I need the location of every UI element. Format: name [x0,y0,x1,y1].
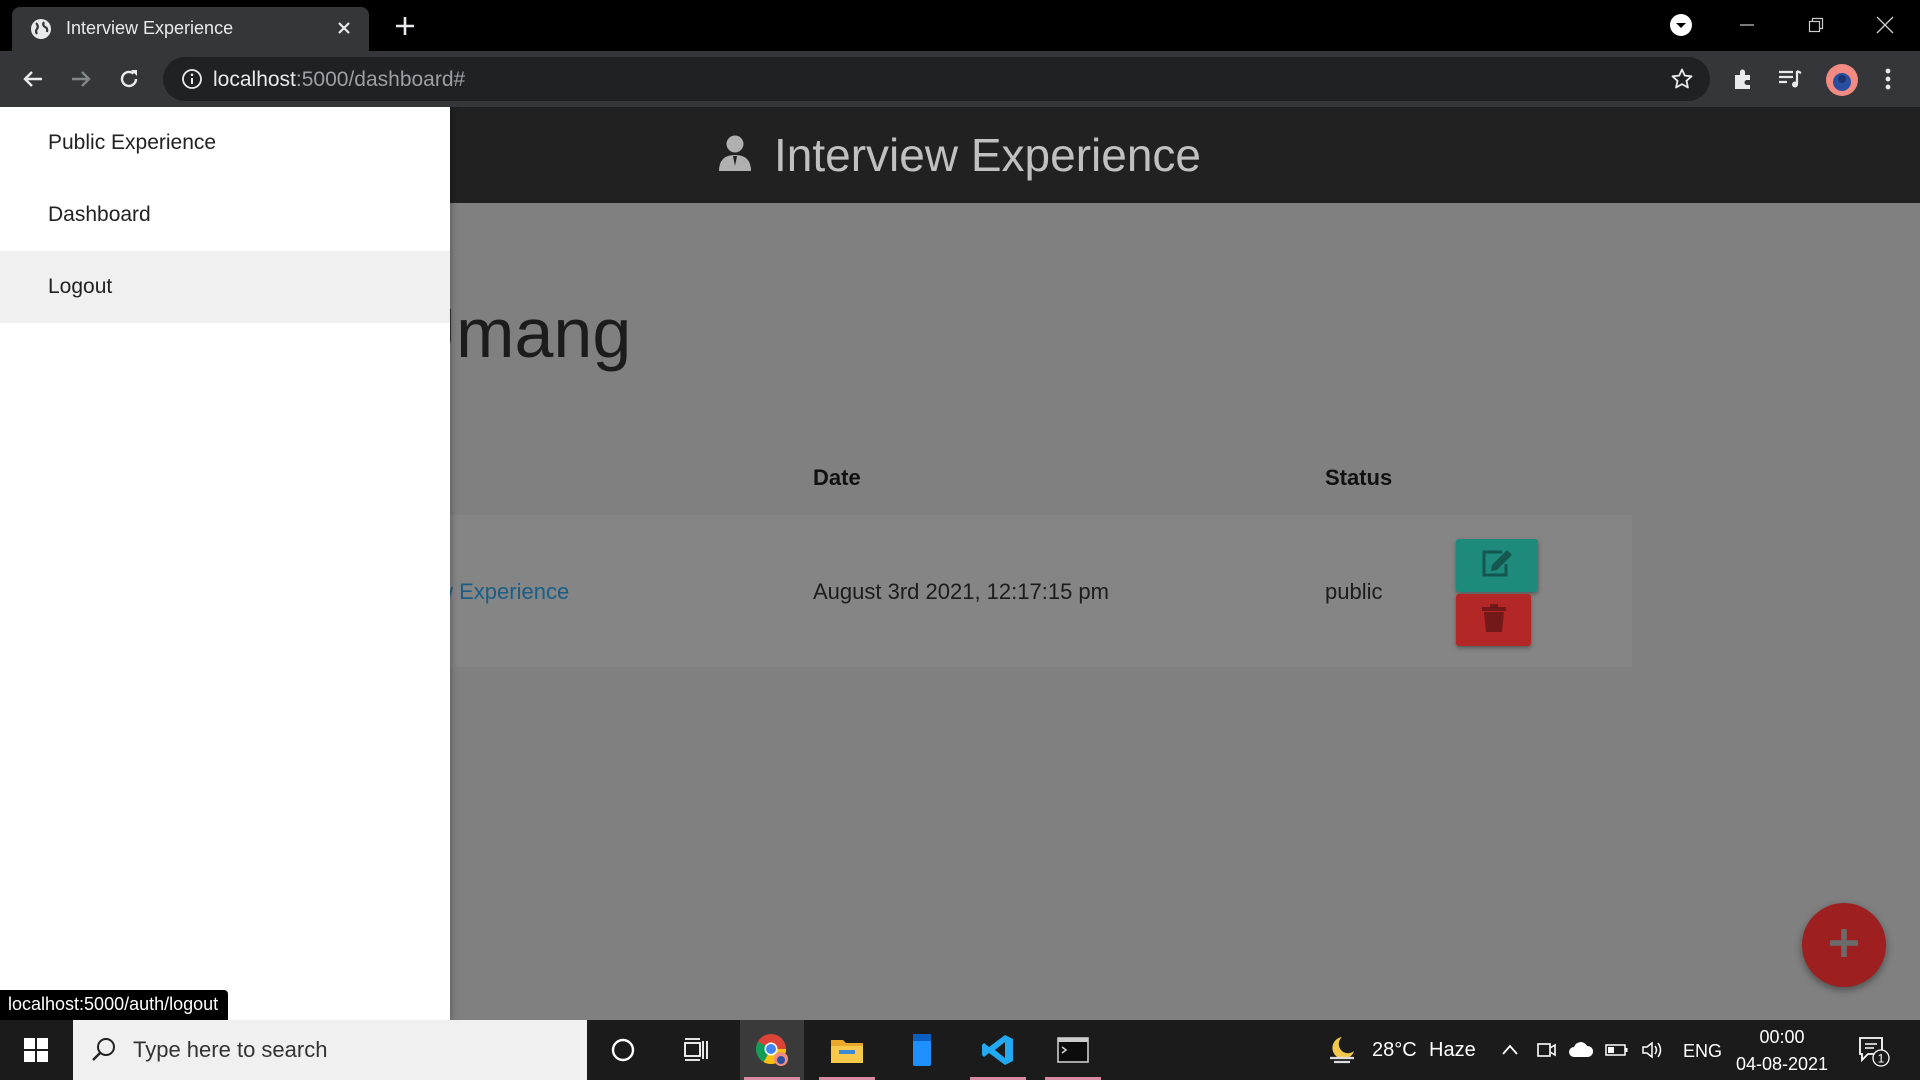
weather-temperature[interactable]: 28°C [1372,1039,1417,1062]
table-header-date: Date [813,465,861,490]
extensions-icon[interactable] [1729,65,1757,93]
reload-icon[interactable] [113,63,145,95]
side-nav: Public Experience Dashboard Logout [0,107,450,1020]
user-icon [718,134,752,177]
plus-icon[interactable] [392,13,418,39]
profile-menu-icon[interactable] [1658,8,1704,42]
forward-arrow-icon[interactable] [65,63,97,95]
volume-icon[interactable] [1640,1038,1666,1062]
brand[interactable]: Interview Experience [718,127,1201,183]
add-experience-button[interactable] [1802,903,1886,987]
media-icon[interactable] [1776,65,1804,93]
cloud-icon[interactable] [1568,1038,1594,1062]
page-content: Interview Experience ome Umang perience … [0,107,1920,1020]
sidenav-item-dashboard[interactable]: Dashboard [0,179,450,251]
link-status-bubble: localhost:5000/auth/logout [0,990,229,1020]
plus-icon [1827,926,1861,965]
experience-status: public [1325,579,1383,604]
chevron-up-icon[interactable] [1497,1038,1523,1062]
browser-toolbar: localhost:5000/dashboard# [0,51,1920,107]
windows-icon[interactable] [10,1030,62,1070]
terminal-icon[interactable] [1041,1020,1105,1080]
moon-icon[interactable] [1326,1034,1358,1064]
notification-icon[interactable]: 1 [1856,1033,1890,1067]
menu-icon[interactable] [1874,65,1902,93]
restore-icon[interactable] [1793,8,1839,42]
weather-condition[interactable]: Haze [1429,1039,1476,1062]
tab-title: Interview Experience [66,18,234,38]
search-icon [89,1035,119,1065]
sidenav-item-public-experience[interactable]: Public Experience [0,107,450,179]
input-language[interactable]: ENG [1683,1041,1722,1062]
avatar[interactable] [1826,64,1858,96]
close-window-icon[interactable] [1862,8,1908,42]
meet-icon[interactable] [1533,1038,1559,1062]
task-view-icon[interactable] [664,1020,728,1080]
vscode-icon[interactable] [966,1020,1030,1080]
globe-icon [30,18,52,40]
close-icon[interactable] [333,17,355,39]
info-icon[interactable] [181,68,203,90]
star-icon[interactable] [1670,67,1694,91]
notepad-icon[interactable] [890,1020,954,1080]
notification-count: 1 [1878,1052,1885,1066]
trash-icon [1481,603,1507,638]
address-bar[interactable]: localhost:5000/dashboard# [163,57,1710,101]
delete-button[interactable] [1456,594,1531,646]
brand-title: Interview Experience [774,129,1201,181]
taskbar: Type here to search 28°C Haze ENG 00:00 … [0,1020,1920,1080]
url-text: localhost:5000/dashboard# [213,68,466,91]
minimize-icon[interactable] [1724,8,1770,42]
browser-tab[interactable]: Interview Experience [12,7,369,51]
browser-tab-bar: Interview Experience [0,0,1920,51]
edit-button[interactable] [1456,539,1538,592]
sidenav-item-logout[interactable]: Logout [0,251,450,323]
edit-icon [1480,548,1514,583]
back-arrow-icon[interactable] [17,63,49,95]
battery-icon[interactable] [1604,1038,1630,1062]
table-header-status: Status [1325,465,1393,490]
chrome-icon[interactable] [740,1020,804,1080]
taskbar-search-input[interactable]: Type here to search [73,1020,587,1080]
taskbar-clock[interactable]: 00:00 04-08-2021 [1732,1024,1832,1078]
file-explorer-icon[interactable] [815,1020,879,1080]
experience-date: August 3rd 2021, 12:17:15 pm [813,579,1109,604]
cortana-icon[interactable] [591,1020,655,1080]
